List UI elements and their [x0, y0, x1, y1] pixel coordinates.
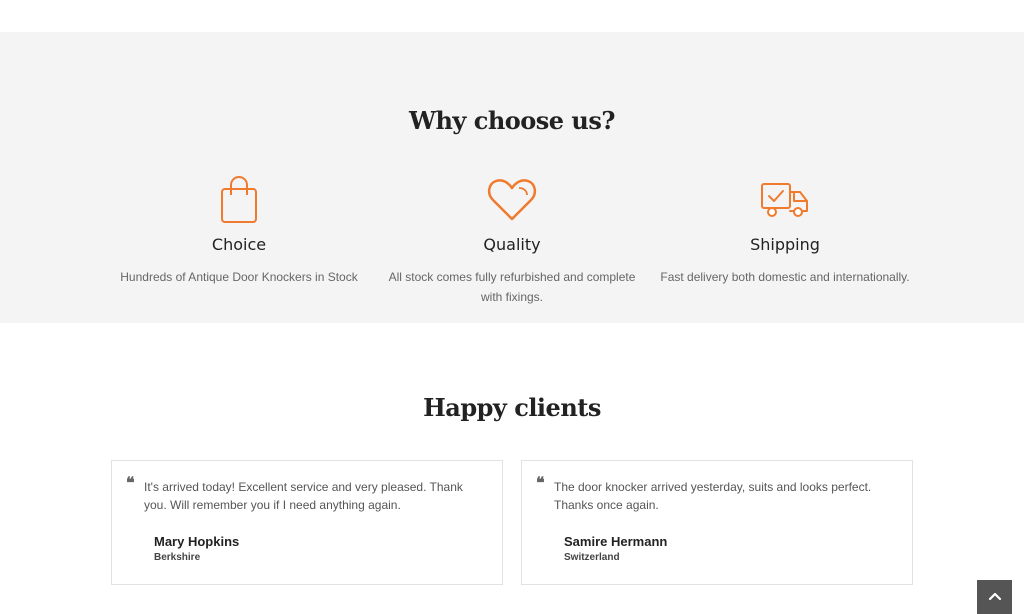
testimonial-text: It's arrived today! Excellent service an…: [144, 480, 463, 512]
feature-description: Hundreds of Antique Door Knockers in Sto…: [120, 270, 358, 284]
chevron-up-icon: [988, 588, 1002, 606]
feature-label: Shipping: [750, 235, 820, 254]
feature-quality: Quality All stock comes fully refurbishe…: [382, 175, 642, 307]
testimonial-author: Samire Hermann: [564, 534, 668, 549]
scroll-to-top-button[interactable]: [977, 580, 1012, 614]
feature-description: Fast delivery both domestic and internat…: [660, 270, 910, 284]
testimonial-text: The door knocker arrived yesterday, suit…: [554, 480, 872, 512]
feature-label: Quality: [483, 235, 541, 254]
feature-shipping: Shipping Fast delivery both domestic and…: [655, 175, 915, 287]
testimonial-location: Berkshire: [154, 552, 201, 563]
delivery-truck-icon: [655, 175, 915, 225]
feature-description: All stock comes fully refurbished and co…: [388, 270, 636, 304]
shopping-bag-icon: [109, 175, 369, 225]
testimonial-author: Mary Hopkins: [154, 534, 240, 549]
happy-clients-title: Happy clients: [423, 393, 601, 422]
quote-icon: ❝: [126, 473, 135, 492]
testimonial-card: ❝ The door knocker arrived yesterday, su…: [521, 460, 913, 585]
feature-label: Choice: [211, 235, 267, 254]
why-choose-us-title: Why choose us?: [409, 106, 615, 135]
testimonial-location: Switzerland: [564, 552, 620, 563]
quote-icon: ❝: [536, 473, 545, 492]
heart-icon: [382, 175, 642, 225]
testimonial-card: ❝ It's arrived today! Excellent service …: [111, 460, 503, 585]
feature-choice: Choice Hundreds of Antique Door Knockers…: [109, 175, 369, 287]
why-choose-us-section: Why choose us? Choice Hundreds of Antiqu…: [0, 32, 1024, 323]
